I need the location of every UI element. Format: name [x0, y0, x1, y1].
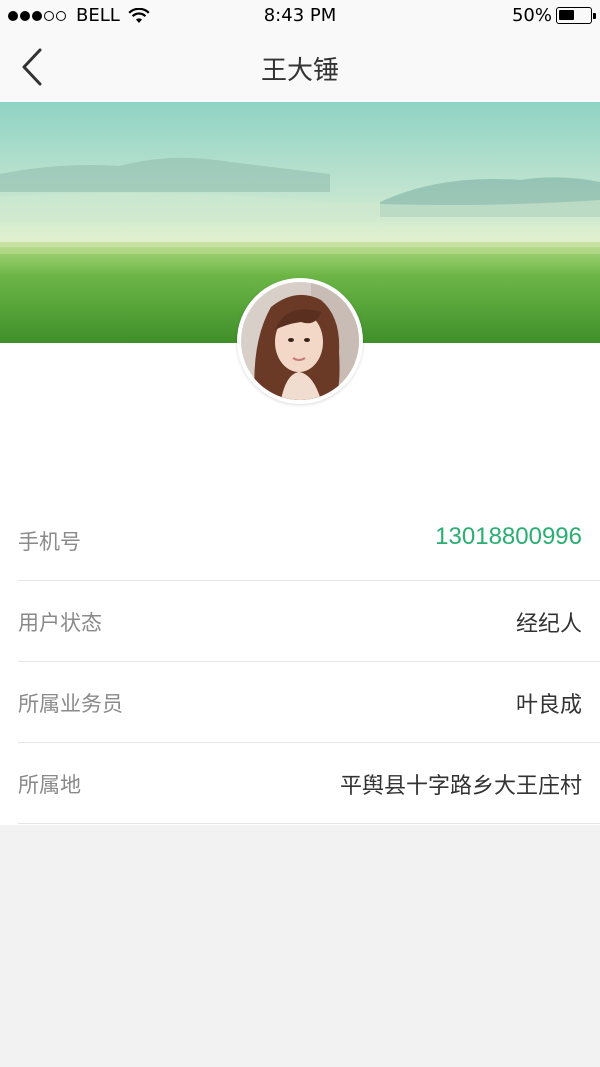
info-row-salesperson: 所属业务员 叶良成: [18, 662, 600, 743]
status-time: 8:43 PM: [263, 5, 337, 26]
status-bar: BELL 8:43 PM 50%: [0, 0, 600, 32]
profile-info-list: 手机号 13018800996 用户状态 经纪人 所属业务员 叶良成 所属地 平…: [0, 500, 600, 824]
nav-bar: 王大锤: [0, 32, 600, 102]
screen: BELL 8:43 PM 50% 王大锤 手机号 13018800996 用户状…: [0, 0, 600, 1067]
salesperson-label: 所属业务员: [18, 692, 123, 716]
salesperson-value: 叶良成: [515, 693, 582, 718]
location-label: 所属地: [18, 773, 81, 797]
info-row-user-status: 用户状态 经纪人: [18, 581, 600, 662]
phone-label: 手机号: [18, 530, 81, 554]
avatar-photo: [241, 282, 359, 400]
phone-number-link[interactable]: 13018800996: [435, 523, 582, 551]
avatar: [237, 278, 363, 404]
user-status-value: 经纪人: [515, 612, 582, 637]
location-value: 平舆县十字路乡大王庄村: [339, 774, 582, 799]
status-right: 50%: [511, 5, 596, 26]
info-row-location: 所属地 平舆县十字路乡大王庄村: [18, 743, 600, 824]
battery-cap: [593, 13, 596, 19]
battery-icon: [556, 7, 596, 24]
battery-fill: [559, 10, 574, 20]
user-status-label: 用户状态: [18, 611, 102, 635]
info-row-phone: 手机号 13018800996: [18, 500, 600, 581]
battery-percent: 50%: [511, 5, 552, 26]
page-title: 王大锤: [260, 56, 339, 86]
